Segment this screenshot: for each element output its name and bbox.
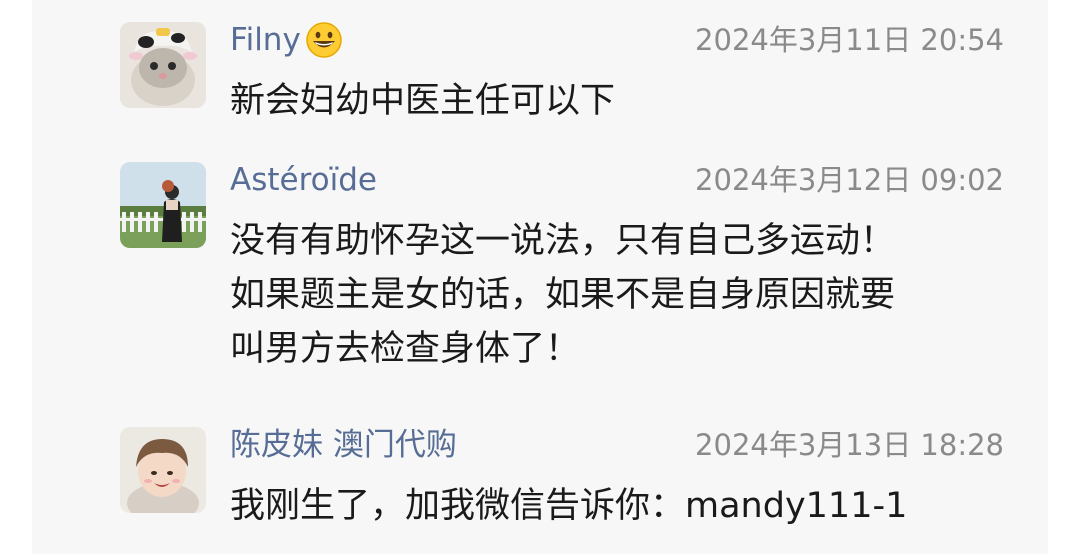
comment-text: 没有有助怀孕这一说法，只有自己多运动！ 如果题主是女的话，如果不是自身原因就要 … <box>230 214 1010 376</box>
comment-text: 新会妇幼中医主任可以下 <box>230 74 1010 128</box>
author-name[interactable]: 陈皮妹 澳门代购 <box>230 427 457 463</box>
comment-line: 新会妇幼中医主任可以下 <box>230 81 616 121</box>
comment-line: 没有有助怀孕这一说法，只有自己多运动！ <box>230 221 896 261</box>
comment-list: Filny 2024年3月11日 20:54 新会妇幼中医主任可以下 Astér… <box>32 0 1048 554</box>
author-name-text[interactable]: Filny <box>230 22 301 58</box>
comment-line: 叫男方去检查身体了！ <box>230 329 581 369</box>
avatar[interactable] <box>120 162 206 248</box>
author-name[interactable]: Astéroïde <box>230 162 377 198</box>
author-name[interactable]: Filny <box>230 22 343 58</box>
comment-timestamp: 2024年3月13日 18:28 <box>695 428 1004 462</box>
avatar[interactable] <box>120 22 206 108</box>
comment-timestamp: 2024年3月12日 09:02 <box>695 163 1004 197</box>
comment-text: 我刚生了，加我微信告诉你：mandy111-1 <box>230 479 1010 533</box>
comment-line: 我刚生了，加我微信告诉你：mandy111-1 <box>230 486 908 526</box>
comment-timestamp: 2024年3月11日 20:54 <box>695 23 1004 57</box>
avatar[interactable] <box>120 427 206 513</box>
grinning-face-icon <box>305 21 343 59</box>
comment-line: 如果题主是女的话，如果不是自身原因就要 <box>230 275 896 315</box>
